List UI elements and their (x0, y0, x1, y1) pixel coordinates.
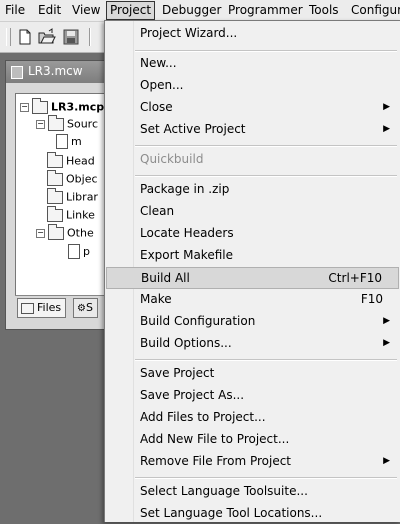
menu-item-export-makefile[interactable]: Export Makefile (106, 245, 399, 266)
file-icon (68, 244, 80, 259)
collapse-icon[interactable]: − (20, 102, 29, 112)
menu-item-remove-file[interactable]: Remove File From Project ▶ (106, 451, 399, 472)
tree-item-label: Sourc (67, 117, 99, 131)
tree-item[interactable]: Librar (47, 187, 98, 206)
menu-file[interactable]: File (5, 2, 25, 19)
tab-symbols[interactable]: ⚙S (73, 298, 98, 318)
menu-item-close[interactable]: Close ▶ (106, 97, 399, 118)
menu-item-package-zip[interactable]: Package in .zip (106, 179, 399, 200)
project-menu: Project Wizard... New... Open... Close ▶ … (104, 20, 400, 522)
tree-item[interactable]: p (68, 244, 90, 260)
tree-item[interactable]: Objec (47, 169, 98, 188)
tab-files[interactable]: Files (17, 298, 67, 318)
tree-item-label: Librar (66, 190, 98, 204)
menu-item-clean[interactable]: Clean (106, 201, 399, 222)
tab-files-label: Files (37, 301, 62, 314)
tree-item-label: Head (66, 154, 95, 168)
shortcut-make: F10 (360, 292, 383, 306)
menu-separator (135, 50, 397, 52)
menubar: File Edit View Project Debugger Programm… (0, 0, 400, 22)
tree-item[interactable]: m (56, 134, 82, 150)
workspace-title: LR3.mcw (28, 64, 83, 78)
menu-debugger[interactable]: Debugger (162, 2, 221, 19)
tree-item-label: Objec (66, 172, 98, 186)
toolbar-separator (89, 28, 91, 46)
tree-item-label: m (71, 135, 82, 148)
menu-separator (135, 145, 397, 147)
new-file-icon[interactable] (16, 28, 34, 46)
folder-icon (48, 223, 64, 240)
menu-item-set-active-project[interactable]: Set Active Project ▶ (106, 119, 399, 140)
menu-separator (135, 477, 397, 479)
symbols-tab-icon: ⚙ (77, 303, 86, 314)
workspace-window: LR3.mcw − LR3.mcp − Sourc m Head Objec Lib… (5, 60, 112, 330)
tree-root[interactable]: − LR3.mcp (20, 97, 105, 116)
folder-icon (47, 205, 63, 222)
menu-item-add-new-file[interactable]: Add New File to Project... (106, 429, 399, 450)
menu-edit[interactable]: Edit (38, 2, 61, 19)
tree-item-label: Othe (67, 226, 94, 240)
menu-item-quickbuild: Quickbuild (140, 152, 204, 166)
collapse-icon[interactable]: − (36, 228, 45, 238)
tree-item-label: p (83, 245, 90, 258)
folder-icon (47, 169, 63, 186)
menu-item-new[interactable]: New... (106, 53, 399, 74)
menu-item-build-all[interactable]: Build All Ctrl+F10 (106, 267, 399, 289)
file-icon (56, 134, 68, 149)
submenu-arrow-icon: ▶ (383, 338, 390, 348)
workspace-titlebar[interactable]: LR3.mcw (6, 61, 110, 83)
folder-icon (32, 97, 48, 114)
submenu-arrow-icon: ▶ (383, 316, 390, 326)
submenu-arrow-icon: ▶ (383, 124, 390, 134)
menu-item-project-wizard[interactable]: Project Wizard... (106, 23, 399, 44)
folder-icon (47, 187, 63, 204)
submenu-arrow-icon: ▶ (383, 456, 390, 466)
menu-item-select-toolsuite[interactable]: Select Language Toolsuite... (106, 481, 399, 502)
window-icon (11, 66, 23, 79)
shortcut-build-all: Ctrl+F10 (328, 271, 382, 285)
tree-item[interactable]: − Sourc (36, 114, 99, 133)
menu-programmer[interactable]: Programmer (228, 2, 303, 19)
tree-item-label: Linke (66, 208, 95, 222)
menu-item-locate-headers[interactable]: Locate Headers (106, 223, 399, 244)
menu-item-make[interactable]: Make F10 (106, 289, 399, 310)
menu-separator (135, 175, 397, 177)
menu-configure[interactable]: Configur (351, 2, 400, 19)
project-tree: − LR3.mcp − Sourc m Head Objec Librar Link… (15, 93, 112, 317)
tab-symbols-label: S (85, 301, 93, 314)
menu-tools[interactable]: Tools (309, 2, 339, 19)
menu-view[interactable]: View (72, 2, 100, 19)
tree-item[interactable]: − Othe (36, 223, 94, 242)
folder-icon (48, 114, 64, 131)
workspace-tabs: Files ⚙S (15, 295, 110, 318)
open-folder-icon[interactable] (38, 28, 56, 46)
menu-item-open[interactable]: Open... (106, 75, 399, 96)
menu-item-save-project-as[interactable]: Save Project As... (106, 385, 399, 406)
files-tab-icon (21, 302, 34, 314)
menu-project[interactable]: Project (106, 1, 156, 20)
collapse-icon[interactable]: − (36, 119, 45, 129)
tree-item[interactable]: Head (47, 151, 95, 170)
menu-separator (135, 359, 397, 361)
save-disk-icon[interactable] (62, 28, 80, 46)
folder-icon (47, 151, 63, 168)
menu-item-build-options[interactable]: Build Options... ▶ (106, 333, 399, 354)
tree-root-label: LR3.mcp (51, 100, 105, 114)
submenu-arrow-icon: ▶ (383, 102, 390, 112)
toolbar (0, 22, 104, 53)
toolbar-grip[interactable] (6, 28, 11, 46)
menu-item-build-configuration[interactable]: Build Configuration ▶ (106, 311, 399, 332)
tree-item[interactable]: Linke (47, 205, 95, 224)
menu-item-add-files[interactable]: Add Files to Project... (106, 407, 399, 428)
menu-item-save-project[interactable]: Save Project (106, 363, 399, 384)
